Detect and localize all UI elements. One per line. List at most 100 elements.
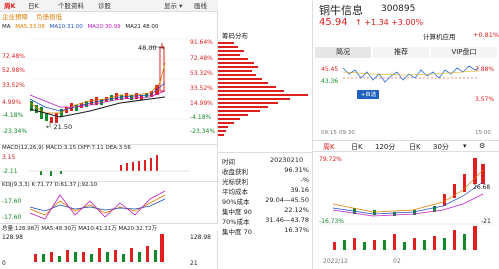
kline-tick-right-2: -21 [481,218,491,225]
draw-line-button[interactable]: 画线 [194,1,207,11]
stat-label: 90%成本 [222,198,250,206]
kline-tick-bottom: -16.73% [319,218,345,225]
stat-value: 31.46—43.78 [265,216,309,224]
left-tab-bar: 周K 日K 个股资料 诊股 显示 ▾ 画线 [0,0,218,12]
intraday-tick-right-mid: 3.57% [475,96,495,103]
right-tick-5: 14.99% [190,100,213,107]
ma-label: MA [2,24,11,30]
kdj-chart [29,190,166,220]
intraday-avg-line [342,70,480,76]
high-price-value: 48.00 [138,44,157,52]
left-tick-7: -23.34% [2,128,28,135]
tab-weekly-k[interactable]: 周K [4,1,16,11]
low-price-value: 21.50 [53,123,73,131]
low-price-label: ← 21.50 [46,123,73,131]
volume-tick-max-right: 128.98 [190,234,211,241]
kdj-j-line [29,190,166,220]
stock-code: 300895 [381,4,416,14]
macd-legend-text: MACD(12,26,9) MACD:3.15 DIFF:7.11 DEA:3.… [2,145,131,151]
stat-value: 39.16 [290,186,309,194]
add-watchlist-button[interactable]: +自选 [358,91,379,99]
ma20-value: MA20:30.99 [87,24,121,30]
sector-label[interactable]: 计算机应用 [423,31,456,41]
candles [30,43,165,123]
stat-label: 70%成本 [222,218,250,226]
intraday-tick-mid: 43.36 [321,78,339,85]
kline-chart [323,158,493,250]
intraday-chart [342,65,480,99]
kline-date-start: 2022/12 [323,258,348,265]
right-tick-4: 33.52% [190,85,213,92]
ma21-value: MA21 48.00 [125,24,159,30]
kdj-tick-1: -17.60 [2,198,22,205]
left-chart-panel: 周K 日K 个股资料 诊股 显示 ▾ 画线 企业预降 负债很低 MA MA5:3… [0,0,218,269]
stock-name: 铜牛信息 [319,4,363,17]
period-tab-daily[interactable]: 日K [351,142,363,152]
time-label-close: 15:00 [475,130,491,136]
tab-diagnose[interactable]: 诊股 [98,1,111,11]
left-tick-2: 52.98% [2,67,25,74]
ma-legend: MA MA5:33.08 MA10:31.00 MA20:30.99 MA21 … [0,24,218,33]
time-label-open: 09:30 [339,130,355,136]
stat-date-value: 20230210 [270,156,304,164]
quote-panel: 铜牛信息 300895 45.94 ↑ +1.34 +3.00% 计算机应用 +… [313,0,499,269]
price-change-pct: +3.00% [391,18,424,27]
kdj-legend-text: KDJ(9,3,3) K:71.77 D:61.37 J:92.10 [2,182,98,188]
stat-label: 平均成本 [222,188,248,196]
period-settings-icon[interactable]: ⚙ [479,142,485,150]
time-label-start: 09:15 [321,130,337,136]
right-tick-6: -4.18% [190,114,212,121]
right-tick-1: 91.64% [190,39,213,46]
tab-daily-k[interactable]: 日K [28,1,39,11]
left-tick-6: -4.18% [2,112,24,119]
stat-label: 光标获利 [222,178,248,186]
macd-tick-top: 3.15 [2,154,16,161]
kline-tick-top: 79.72% [319,156,342,163]
left-tick-3: 33.52% [2,82,25,89]
intraday-tick-right-high: 7.88% [475,66,495,73]
macd-legend: MACD(12,26,9) MACD:3.15 DIFF:7.11 DEA:3.… [0,144,218,152]
period-tab-daily-2[interactable]: 日K [409,142,421,152]
period-tab-30min[interactable]: 30分 [433,142,449,152]
chip-stats [218,152,313,153]
sector-change: +0.81% [473,31,499,39]
tab-vip-order-book[interactable]: VIP盘口 [431,47,497,58]
period-tab-weekly[interactable]: 周K [323,142,335,152]
period-more-icon[interactable]: ▾ [463,142,467,150]
right-tick-3: 53.32% [190,70,213,77]
kline-date-mid: 02 [393,258,401,265]
stat-value: 96.31% [284,166,309,174]
stat-value: 16.37% [284,226,309,234]
volume-tick-max: 128.98 [2,234,23,241]
tab-overview[interactable]: 简况 [315,47,371,58]
date-label: 21 [190,260,198,267]
stat-value: 22.12% [284,206,309,214]
left-tick-5: 4.99% [2,99,22,106]
right-tick-2: 72.48% [190,55,213,62]
stat-date-label: 时间 [222,158,235,166]
chip-distribution-panel: 筹码分布 时间 20230210 收盘获利 96.31% 光标获利 -% 平均成… [218,0,313,269]
tab-recommend[interactable]: 推荐 [373,47,429,58]
display-label: 显示 [164,2,177,10]
tag-earnings-warning[interactable]: 企业预降 [2,13,28,21]
ma5-line [29,62,166,114]
intraday-price-line [342,65,480,83]
stat-label: 收盘获利 [222,168,248,176]
price-chart [28,38,190,126]
display-menu[interactable]: 显示 ▾ [164,1,182,11]
price-change: ↑ +1.34 [355,18,389,27]
tag-low-debt[interactable]: 负债很低 [36,13,62,21]
macd-chart [28,155,190,176]
tag-row: 企业预降 负债很低 [0,12,218,22]
volume-tick-zero: 0 [2,260,6,267]
chip-histogram [218,42,308,136]
right-tick-7: -23.34% [190,128,216,135]
chip-panel-title: 筹码分布 [222,32,248,40]
tab-stock-info[interactable]: 个股资料 [58,1,84,11]
stat-label: 集中度 70 [222,228,252,236]
screen: 周K 日K 个股资料 诊股 显示 ▾ 画线 企业预降 负债很低 MA MA5:3… [0,0,499,269]
intraday-tick-high: 45.45 [321,66,339,73]
left-tick-1: 72.48% [2,53,25,60]
period-tab-120min[interactable]: 120分 [375,142,395,152]
volume-legend: 总量:128.98万 MA5:48.30万 MA10:41.21万 MA20:3… [0,223,218,232]
